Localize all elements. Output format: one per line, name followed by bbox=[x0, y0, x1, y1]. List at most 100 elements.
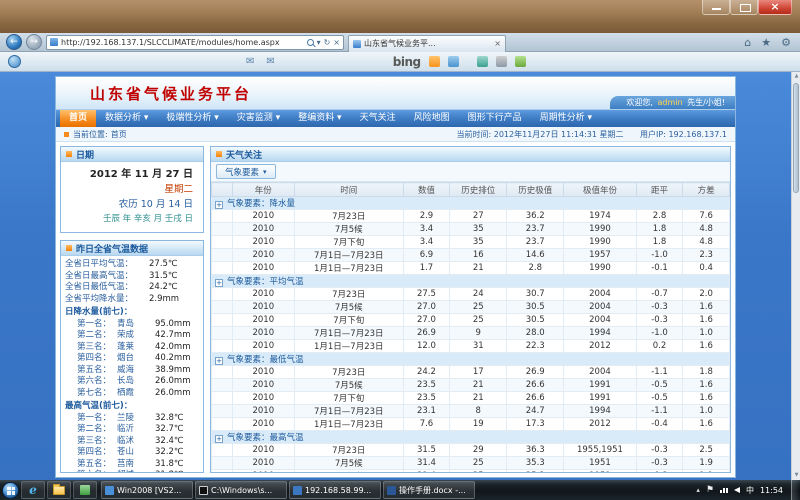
expand-icon[interactable]: + bbox=[215, 435, 223, 443]
table-cell: 2010 bbox=[232, 457, 294, 470]
explorer-taskbar-icon[interactable] bbox=[47, 481, 71, 499]
nav-tab[interactable]: 周期性分析 ▾ bbox=[531, 110, 601, 127]
expand-icon[interactable]: + bbox=[215, 357, 223, 365]
network-icon[interactable] bbox=[720, 486, 728, 494]
nav-tab[interactable]: 图形下行产品 bbox=[459, 110, 531, 127]
browser-back-button[interactable] bbox=[6, 34, 22, 50]
ie-taskbar-icon[interactable]: e bbox=[21, 481, 45, 499]
station-name[interactable]: 烟台 bbox=[117, 353, 155, 365]
toolbar-app3-icon[interactable] bbox=[515, 56, 526, 67]
close-button[interactable] bbox=[758, 0, 792, 15]
refresh-icon[interactable]: ↻ bbox=[324, 38, 331, 47]
msn-icon[interactable] bbox=[429, 56, 440, 67]
station-name[interactable]: 兰陵 bbox=[117, 413, 155, 425]
clock[interactable]: 11:54 bbox=[760, 486, 783, 495]
bing-logo[interactable]: bing bbox=[393, 55, 421, 69]
tray-expand-icon[interactable]: ▴ bbox=[696, 486, 700, 494]
expand-icon[interactable]: + bbox=[215, 201, 223, 209]
show-desktop-button[interactable] bbox=[791, 480, 798, 500]
search-icon[interactable] bbox=[307, 39, 314, 46]
table-cell: -1.0 bbox=[636, 249, 683, 262]
station-name[interactable]: 荣成 bbox=[117, 330, 155, 342]
action-center-flag-icon[interactable]: ⚑ bbox=[706, 485, 714, 495]
table-row[interactable]: 20107月下旬27.02530.52004-0.31.6 bbox=[212, 314, 730, 327]
chevron-down-icon: ▾ bbox=[263, 168, 267, 176]
nav-tab[interactable]: 整编资料 ▾ bbox=[289, 110, 350, 127]
expand-icon[interactable]: + bbox=[215, 279, 223, 287]
minimize-button[interactable] bbox=[702, 0, 730, 15]
station-name[interactable]: 蓬莱 bbox=[117, 342, 155, 354]
taskbar-window-button[interactable]: Win2008 [VS2... bbox=[101, 481, 193, 499]
toolbar-app-icon[interactable] bbox=[477, 56, 488, 67]
nav-tab[interactable]: 首页 bbox=[60, 110, 96, 127]
table-row[interactable]: 20107月1日—7月23日26.9928.01994-1.01.0 bbox=[212, 327, 730, 340]
site-title: 山东省气候业务平台 bbox=[90, 83, 252, 104]
filter-bar: 气象要素 ▾ bbox=[211, 162, 730, 182]
table-row[interactable]: 20101月1日—7月23日12.03122.320120.21.6 bbox=[212, 340, 730, 353]
station-name[interactable]: 临沂 bbox=[117, 424, 155, 436]
scrollbar-thumb[interactable] bbox=[793, 83, 799, 193]
table-row[interactable]: 20107月5候3.43523.719901.84.8 bbox=[212, 223, 730, 236]
table-row[interactable]: 20101月1日—7月23日7.61917.32012-0.41.6 bbox=[212, 418, 730, 431]
start-button[interactable] bbox=[2, 482, 19, 499]
mail-icon[interactable]: ✉ bbox=[246, 56, 254, 67]
table-section-row[interactable]: +气象要素：降水量 bbox=[212, 197, 730, 210]
maximize-button[interactable] bbox=[730, 0, 758, 15]
station-name[interactable]: 长岛 bbox=[117, 376, 155, 388]
favorites-star-icon[interactable]: ★ bbox=[761, 36, 771, 49]
mail2-icon[interactable]: ✉ bbox=[266, 56, 274, 67]
table-row[interactable]: 20107月1日—7月23日23.1824.71994-1.11.0 bbox=[212, 405, 730, 418]
table-row[interactable]: 20107月下旬23.52126.61991-0.51.6 bbox=[212, 392, 730, 405]
tab-close-icon[interactable]: × bbox=[494, 39, 501, 48]
table-row[interactable]: 20107月23日2.92736.219742.87.6 bbox=[212, 210, 730, 223]
table-row[interactable]: 20107月下旬3.43523.719901.84.8 bbox=[212, 236, 730, 249]
messenger-icon[interactable] bbox=[448, 56, 459, 67]
station-name[interactable]: 青岛 bbox=[117, 319, 155, 331]
table-row[interactable]: 20107月23日27.52430.72004-0.72.0 bbox=[212, 288, 730, 301]
nav-tab[interactable]: 灾害监测 ▾ bbox=[228, 110, 289, 127]
nav-tab[interactable]: 天气关注 bbox=[351, 110, 405, 127]
table-row[interactable]: 20101月1日—7月23日1.7212.81990-0.10.4 bbox=[212, 262, 730, 275]
station-name[interactable]: 郯城 bbox=[117, 470, 155, 472]
ime-language-indicator[interactable]: 中 bbox=[746, 485, 754, 496]
element-filter-button[interactable]: 气象要素 ▾ bbox=[216, 164, 276, 179]
browser-forward-button[interactable] bbox=[26, 34, 42, 50]
scroll-down-icon[interactable]: ▼ bbox=[792, 471, 800, 480]
taskbar-window-button[interactable]: 192.168.58.99... bbox=[289, 481, 381, 499]
table-cell: 2.0 bbox=[683, 288, 730, 301]
station-name[interactable]: 威海 bbox=[117, 365, 155, 377]
table-row[interactable]: 20107月23日31.52936.31955,1951-0.32.5 bbox=[212, 444, 730, 457]
table-section-row[interactable]: +气象要素：最低气温 bbox=[212, 353, 730, 366]
station-name[interactable]: 莒南 bbox=[117, 459, 155, 471]
station-name[interactable]: 苍山 bbox=[117, 447, 155, 459]
table-row[interactable]: 20107月5候31.42535.31951-0.31.9 bbox=[212, 457, 730, 470]
browser-tab[interactable]: 山东省气候业务平... × bbox=[348, 35, 506, 52]
toolbar-logo-icon[interactable] bbox=[8, 55, 21, 68]
settings-gear-icon[interactable]: ⚙ bbox=[781, 36, 791, 49]
table-section-row[interactable]: +气象要素：最高气温 bbox=[212, 431, 730, 444]
taskbar-window-button[interactable]: C:\Windows\s... bbox=[195, 481, 287, 499]
stop-icon[interactable]: × bbox=[333, 38, 340, 47]
table-row[interactable]: 20107月下旬31.42535.31951-0.31.9 bbox=[212, 470, 730, 473]
home-icon[interactable]: ⌂ bbox=[744, 36, 751, 49]
app-taskbar-icon[interactable] bbox=[73, 481, 97, 499]
scroll-up-icon[interactable]: ▲ bbox=[792, 72, 800, 81]
address-dropdown-icon[interactable]: ▾ bbox=[317, 38, 321, 47]
nav-tab[interactable]: 极端性分析 ▾ bbox=[157, 110, 227, 127]
table-row[interactable]: 20107月1日—7月23日6.91614.61957-1.02.3 bbox=[212, 249, 730, 262]
taskbar-window-button[interactable]: 操作手册.docx -... bbox=[383, 481, 475, 499]
table-row[interactable]: 20107月23日24.21726.92004-1.11.8 bbox=[212, 366, 730, 379]
station-name[interactable]: 临沭 bbox=[117, 436, 155, 448]
address-bar[interactable]: http://192.168.137.1/SLCCLIMATE/modules/… bbox=[46, 35, 344, 50]
toolbar-app2-icon[interactable] bbox=[496, 56, 507, 67]
station-name[interactable]: 栖霞 bbox=[117, 388, 155, 400]
url-text[interactable]: http://192.168.137.1/SLCCLIMATE/modules/… bbox=[61, 38, 304, 47]
volume-icon[interactable] bbox=[734, 487, 740, 493]
breadcrumb-value[interactable]: 首页 bbox=[111, 129, 127, 140]
table-row[interactable]: 20107月5候27.02530.52004-0.31.6 bbox=[212, 301, 730, 314]
table-section-row[interactable]: +气象要素：平均气温 bbox=[212, 275, 730, 288]
page-scrollbar[interactable]: ▲ ▼ bbox=[791, 72, 800, 480]
nav-tab[interactable]: 数据分析 ▾ bbox=[96, 110, 157, 127]
nav-tab[interactable]: 风险地图 bbox=[405, 110, 459, 127]
table-row[interactable]: 20107月5候23.52126.61991-0.51.6 bbox=[212, 379, 730, 392]
